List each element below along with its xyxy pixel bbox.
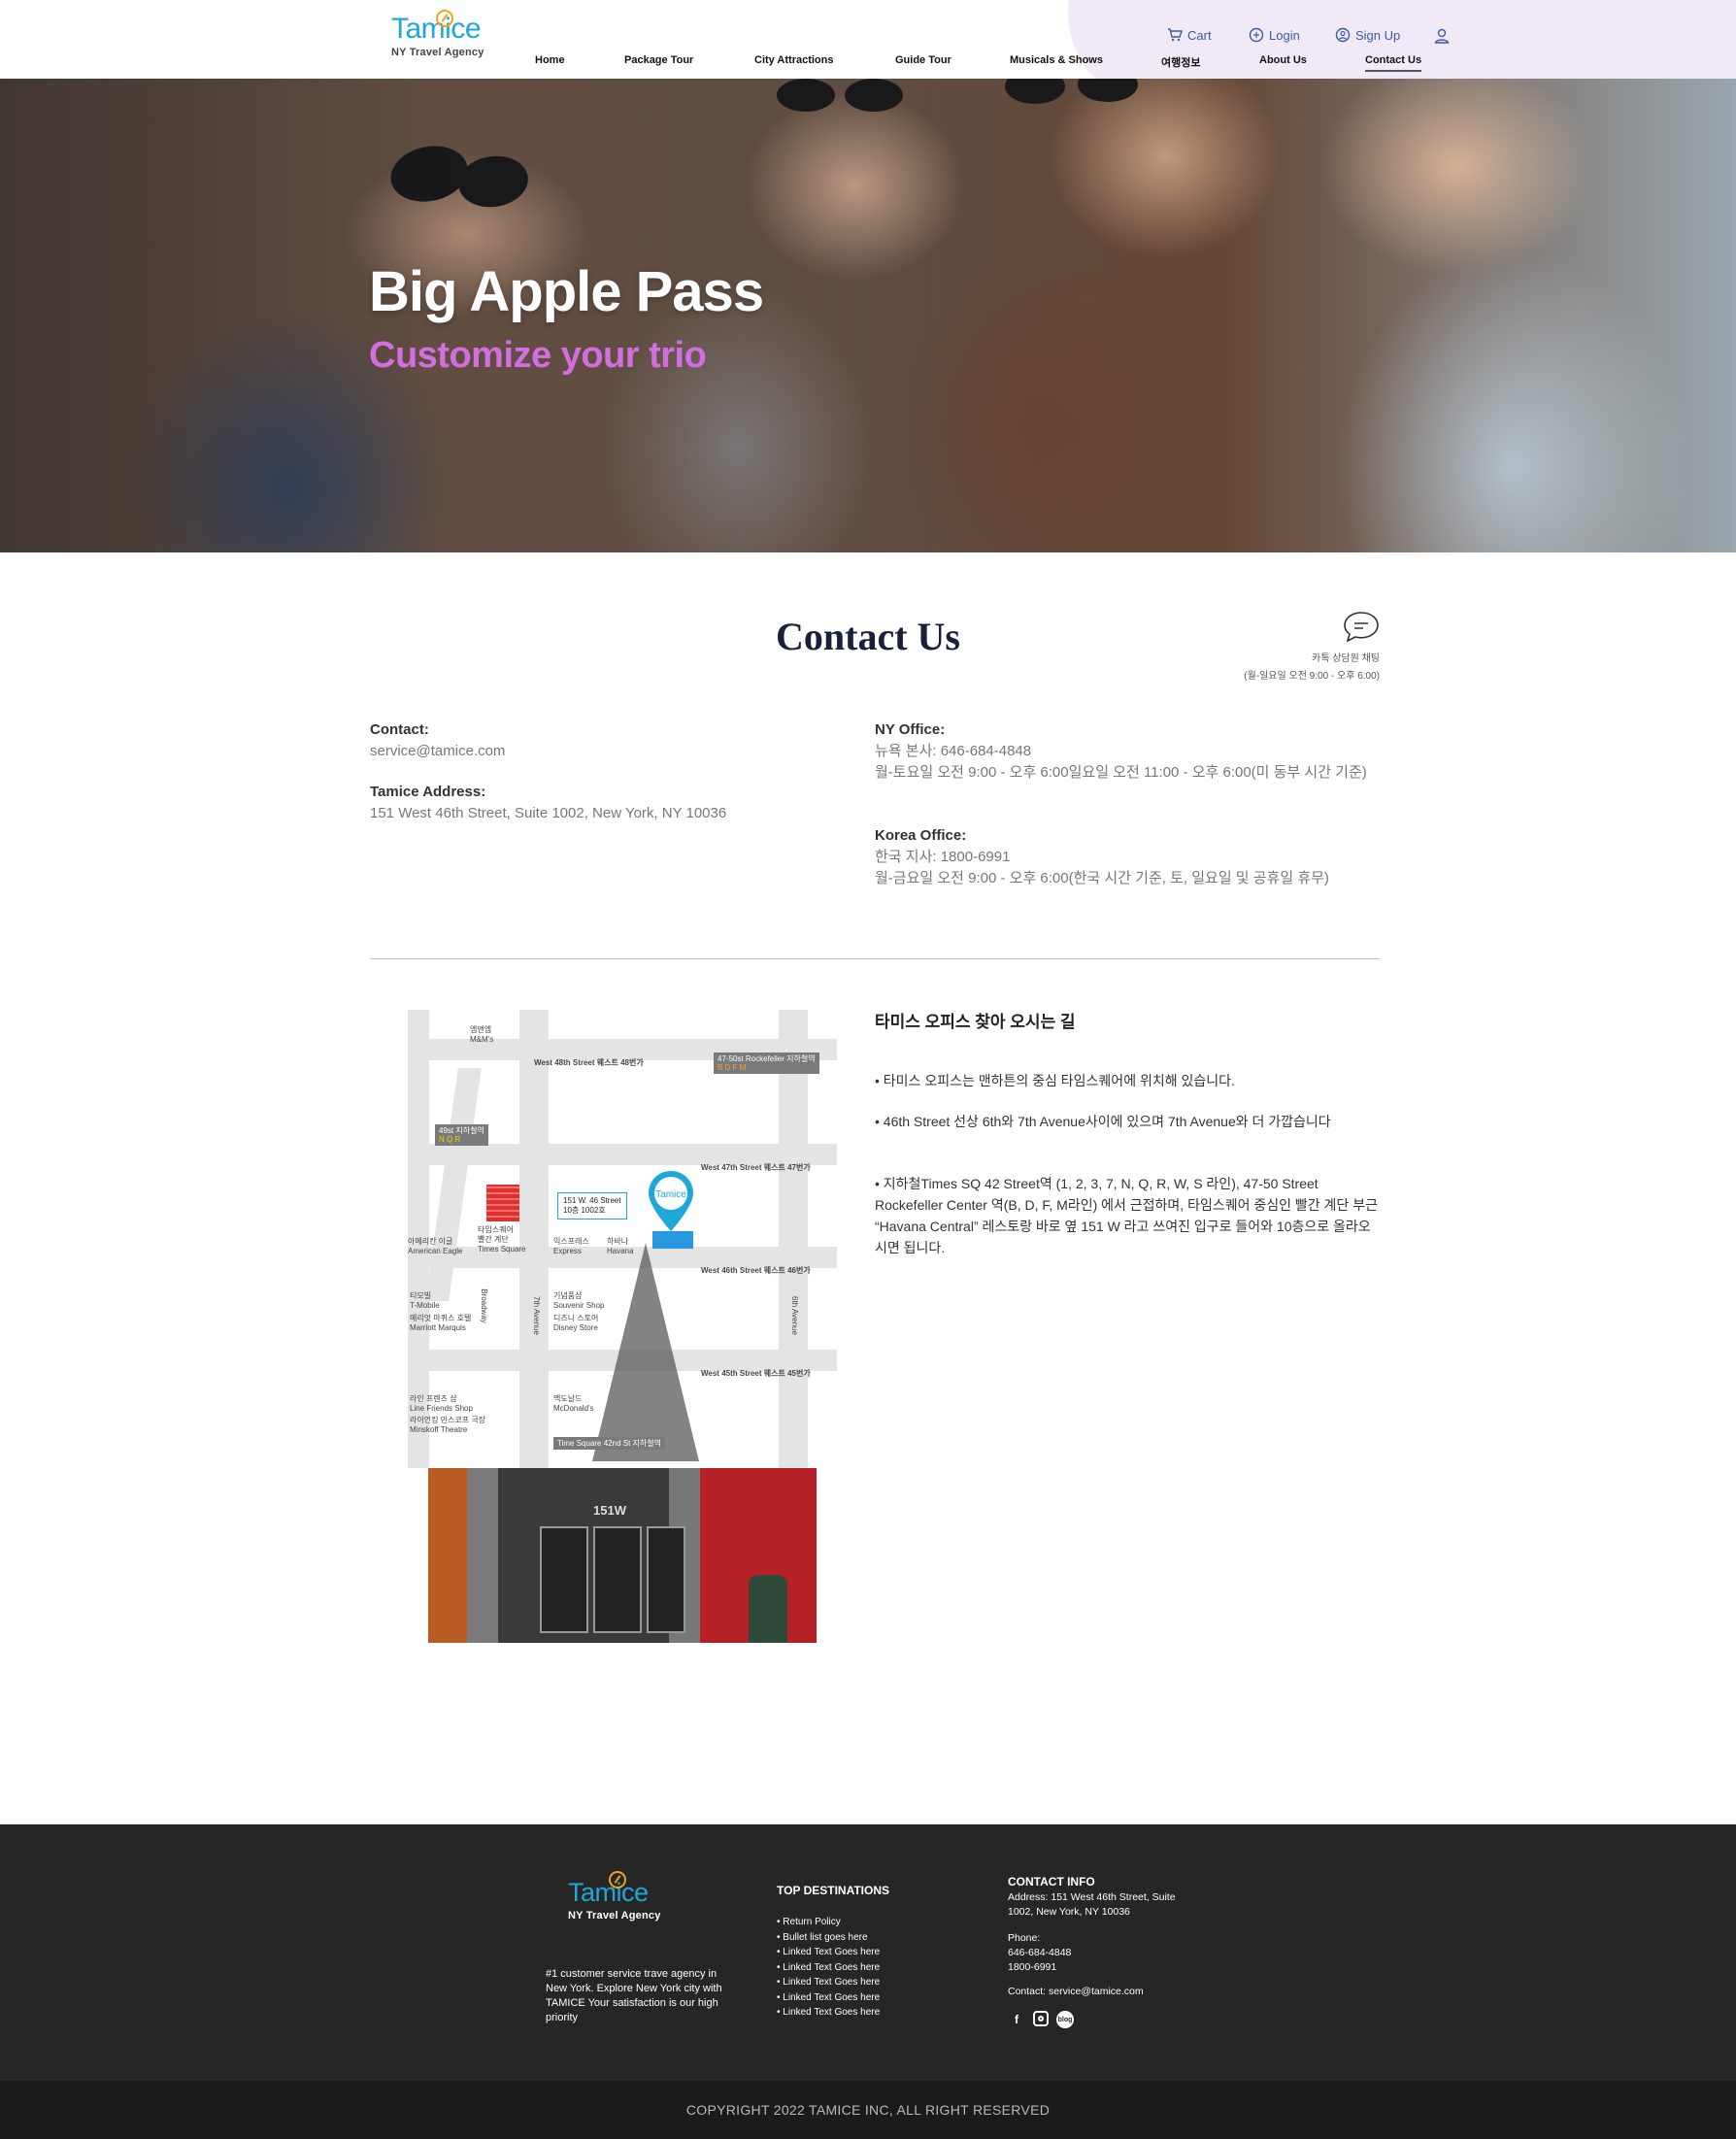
footer-link[interactable]: • Linked Text Goes here xyxy=(777,1990,880,2006)
nav-about-us[interactable]: About Us xyxy=(1259,54,1307,66)
building-sign: 151W xyxy=(593,1503,626,1518)
map-street-label: West 46th Street 웨스트 46번가 xyxy=(701,1266,811,1275)
map-landmark: 맥도날드 McDonald's xyxy=(553,1394,594,1413)
map-street-label: West 45th Street 웨스트 45번가 xyxy=(701,1369,811,1378)
map-avenue-label: Broadway xyxy=(479,1288,488,1323)
email-info: Contact: service@tamice.com xyxy=(370,719,505,762)
map-landmark: 티모빌 T-Mobile xyxy=(410,1291,440,1310)
nav-home[interactable]: Home xyxy=(535,54,565,66)
map-street-label: West 48th Street 웨스트 48번가 xyxy=(534,1058,644,1067)
cart-icon xyxy=(1168,28,1183,42)
map-avenue-label: 7th Avenue xyxy=(531,1296,541,1335)
red-steps xyxy=(486,1185,519,1221)
login-link[interactable]: Login xyxy=(1249,27,1300,43)
user-icon xyxy=(1434,28,1450,44)
footer-phone: Phone: 646-684-4848 1800-6991 xyxy=(1008,1932,1072,1973)
compass-icon xyxy=(609,1871,626,1888)
footer-address: Address: 151 West 46th Street, Suite 100… xyxy=(1008,1891,1176,1918)
footer-link[interactable]: • Bullet list goes here xyxy=(777,1930,880,1946)
building-door xyxy=(540,1526,588,1633)
footer-link[interactable]: • Linked Text Goes here xyxy=(777,1975,880,1990)
directions-item: • 지하철Times SQ 42 Street역 (1, 2, 3, 7, N,… xyxy=(875,1176,1378,1255)
chat-icon[interactable] xyxy=(1342,610,1381,645)
footer-destinations-title: TOP DESTINATIONS xyxy=(777,1884,890,1897)
footer-link[interactable]: • Return Policy xyxy=(777,1915,880,1930)
page-title: Contact Us xyxy=(776,615,960,658)
hero-subtitle: Customize your trio xyxy=(369,335,707,376)
instagram-icon[interactable] xyxy=(1033,2011,1049,2026)
office-callout: 151 W. 46 Street 10층 1002호 xyxy=(557,1192,627,1220)
blog-icon[interactable]: blog xyxy=(1056,2011,1074,2028)
copyright: COPYRIGHT 2022 TAMICE INC, ALL RIGHT RES… xyxy=(0,2081,1736,2139)
logo-wordmark: Tamice xyxy=(391,10,527,45)
map-subway-49: 49st 지하철역 N Q R xyxy=(435,1124,488,1146)
map-street-label: West 47th Street 웨스트 47번가 xyxy=(701,1163,811,1172)
map-landmark: 엠앤엠 M&M's xyxy=(470,1025,494,1044)
user-circle-icon xyxy=(1335,27,1351,43)
footer-about: #1 customer service trave agency in New … xyxy=(546,1968,722,2023)
map-landmark: 타임스퀘어 빨간 계단 Times Square xyxy=(478,1225,526,1253)
korea-office-info: Korea Office: 한국 지사: 1800-6991 월-금요일 오전 … xyxy=(875,827,1329,886)
compass-icon xyxy=(436,10,453,27)
map-landmark: 익스프레스 Express xyxy=(553,1237,589,1255)
footer-link[interactable]: • Linked Text Goes here xyxy=(777,1945,880,1960)
logo-tagline: NY Travel Agency xyxy=(568,1910,661,1922)
map-landmark: 메리엇 마퀴스 호텔 Marriott Marquis xyxy=(410,1314,472,1332)
section-divider xyxy=(370,958,1380,959)
nav-city-attractions[interactable]: City Attractions xyxy=(754,54,834,66)
facebook-icon[interactable]: f xyxy=(1008,2011,1025,2028)
footer-destinations-list: • Return Policy • Bullet list goes here … xyxy=(777,1915,880,2021)
building-door xyxy=(593,1526,642,1633)
nav-travel-info[interactable]: 여행정보 xyxy=(1161,54,1200,70)
hero-overlay xyxy=(0,79,1736,552)
site-logo[interactable]: Tamice NY Travel Agency xyxy=(391,10,527,58)
directions-item: • 46th Street 선상 6th와 7th Avenue사이에 있으며 … xyxy=(875,1114,1331,1129)
map-landmark: 라이언킹 민스코프 극장 Minskoff Theatre xyxy=(410,1416,486,1434)
map-avenue xyxy=(779,1010,808,1468)
hero-title: Big Apple Pass xyxy=(369,260,764,323)
site-footer: Tamice NY Travel Agency #1 customer serv… xyxy=(0,1824,1736,2081)
footer-contact-email[interactable]: Contact: service@tamice.com xyxy=(1008,1985,1144,1999)
map-landmark: 디즈니 스토어 Disney Store xyxy=(553,1314,599,1332)
map-subway-timesquare: Time Square 42nd St 지하철역 xyxy=(553,1437,665,1450)
nav-contact-us[interactable]: Contact Us xyxy=(1365,54,1422,72)
map-street xyxy=(408,1144,837,1165)
logo-tagline: NY Travel Agency xyxy=(391,47,484,58)
email-link[interactable]: service@tamice.com xyxy=(370,741,505,762)
directions-title: 타미스 오피스 찾아 오시는 길 xyxy=(875,1013,1076,1031)
map-view-beam xyxy=(592,1243,699,1461)
chat-label: 카톡 상담원 채팅 (월-일요일 오전 9:00 - 오후 6:00) xyxy=(1244,653,1380,682)
directions-item: • 타미스 오피스는 맨하튼의 중심 타임스퀘어에 위치해 있습니다. xyxy=(875,1073,1235,1088)
building-door xyxy=(647,1526,685,1633)
map-landmark: 기념품샵 Souvenir Shop xyxy=(553,1291,605,1310)
mailbox xyxy=(749,1575,787,1643)
cart-link[interactable]: Cart xyxy=(1167,27,1212,43)
social-links: f blog xyxy=(1008,2011,1074,2028)
location-pin-icon: Tamice xyxy=(649,1171,693,1231)
footer-logo[interactable]: Tamice NY Travel Agency xyxy=(568,1871,675,1922)
account-button[interactable] xyxy=(1433,27,1451,45)
nav-musicals-shows[interactable]: Musicals & Shows xyxy=(1010,54,1103,66)
nav-package-tour[interactable]: Package Tour xyxy=(624,54,693,66)
hero-banner: Big Apple Pass Customize your trio xyxy=(0,79,1736,552)
map-landmark: 아메리칸 이글 American Eagle xyxy=(408,1237,463,1255)
office-location-map: 엠앤엠 M&M's West 48th Street 웨스트 48번가 47-50… xyxy=(408,1010,837,1468)
ny-office-info: NY Office: 뉴욕 본사: 646-684-4848 월-토요일 오전 … xyxy=(875,721,1367,781)
map-avenue-label: 6th Avenue xyxy=(789,1296,799,1335)
svg-text:Tamice: Tamice xyxy=(655,1189,686,1200)
office-building-photo: 151W xyxy=(428,1468,817,1643)
footer-link[interactable]: • Linked Text Goes here xyxy=(777,2005,880,2021)
signup-link[interactable]: Sign Up xyxy=(1335,27,1400,43)
logo-wordmark: Tamice xyxy=(568,1871,675,1908)
login-icon xyxy=(1249,27,1264,43)
address-info: Tamice Address: 151 West 46th Street, Su… xyxy=(370,784,727,821)
map-landmark: 라인 프렌즈 샵 Line Friends Shop xyxy=(410,1394,473,1413)
nav-guide-tour[interactable]: Guide Tour xyxy=(895,54,951,66)
site-header: Tamice NY Travel Agency Home Package Tou… xyxy=(0,0,1736,79)
footer-link[interactable]: • Linked Text Goes here xyxy=(777,1960,880,1976)
footer-contact-title: CONTACT INFO xyxy=(1008,1875,1095,1888)
map-subway-rockefeller: 47-50st Rockefeller 지하철역 B D F M xyxy=(714,1053,819,1074)
